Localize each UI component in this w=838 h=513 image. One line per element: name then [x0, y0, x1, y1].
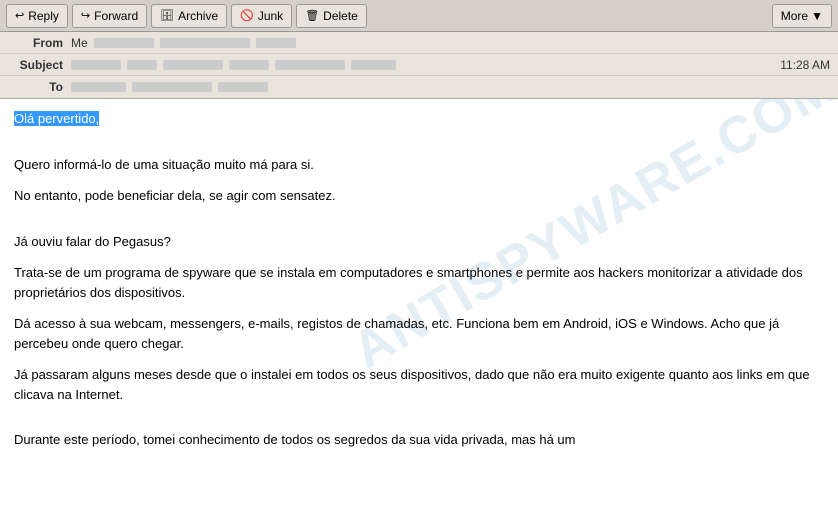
from-me: Me — [71, 36, 88, 50]
email-body: ANTISPYWARE.COM Olá pervertido, Quero in… — [0, 99, 838, 513]
from-row: From Me — [0, 32, 838, 54]
more-chevron-icon: ▼ — [811, 9, 823, 23]
email-time: 11:28 AM — [770, 58, 830, 72]
forward-icon: ↪ — [81, 9, 90, 22]
para7: Durante este período, tomei conhecimento… — [14, 430, 824, 450]
reply-button[interactable]: ↩ Reply — [6, 4, 68, 28]
archive-icon: 🗄 — [160, 9, 174, 22]
para4: Trata-se de um programa de spyware que s… — [14, 263, 824, 302]
para5: Dá acesso à sua webcam, messengers, e-ma… — [14, 314, 824, 353]
more-label: More — [781, 9, 808, 23]
email-toolbar: ↩ Reply ↪ Forward 🗄 Archive 🚫 Junk 🗑 Del… — [0, 0, 838, 32]
subject-word5 — [275, 60, 345, 70]
delete-label: Delete — [323, 9, 358, 23]
body-content: Olá pervertido, Quero informá-lo de uma … — [14, 109, 824, 450]
para2: No entanto, pode beneficiar dela, se agi… — [14, 186, 824, 206]
subject-label: Subject — [8, 58, 63, 72]
para3: Já ouviu falar do Pegasus? — [14, 232, 824, 252]
archive-label: Archive — [178, 9, 218, 23]
reply-label: Reply — [28, 9, 59, 23]
from-value-container: Me — [71, 36, 830, 50]
junk-button[interactable]: 🚫 Junk — [231, 4, 292, 28]
to-value1 — [71, 82, 126, 92]
from-name-blurred — [160, 38, 250, 48]
subject-row: Subject 11:28 AM — [0, 54, 838, 76]
from-label: From — [8, 36, 63, 50]
to-row: To — [0, 76, 838, 98]
greeting-paragraph: Olá pervertido, — [14, 109, 824, 129]
delete-icon: 🗑 — [305, 9, 319, 22]
junk-label: Junk — [258, 9, 283, 23]
reply-icon: ↩ — [15, 9, 24, 22]
subject-word2 — [127, 60, 157, 70]
to-value3 — [218, 82, 268, 92]
highlighted-greeting: Olá pervertido, — [14, 111, 99, 126]
forward-button[interactable]: ↪ Forward — [72, 4, 147, 28]
para1: Quero informá-lo de uma situação muito m… — [14, 155, 824, 175]
email-header: From Me Subject 11:28 AM To — [0, 32, 838, 99]
delete-button[interactable]: 🗑 Delete — [296, 4, 367, 28]
subject-word1 — [71, 60, 121, 70]
subject-word4 — [229, 60, 269, 70]
from-email-blurred — [94, 38, 154, 48]
junk-icon: 🚫 — [240, 9, 254, 22]
to-label: To — [8, 80, 63, 94]
from-extra-blurred — [256, 38, 296, 48]
subject-word6 — [351, 60, 396, 70]
more-button[interactable]: More ▼ — [772, 4, 832, 28]
subject-word3 — [163, 60, 223, 70]
para6: Já passaram alguns meses desde que o ins… — [14, 365, 824, 404]
forward-label: Forward — [94, 9, 138, 23]
archive-button[interactable]: 🗄 Archive — [151, 4, 227, 28]
to-value2 — [132, 82, 212, 92]
